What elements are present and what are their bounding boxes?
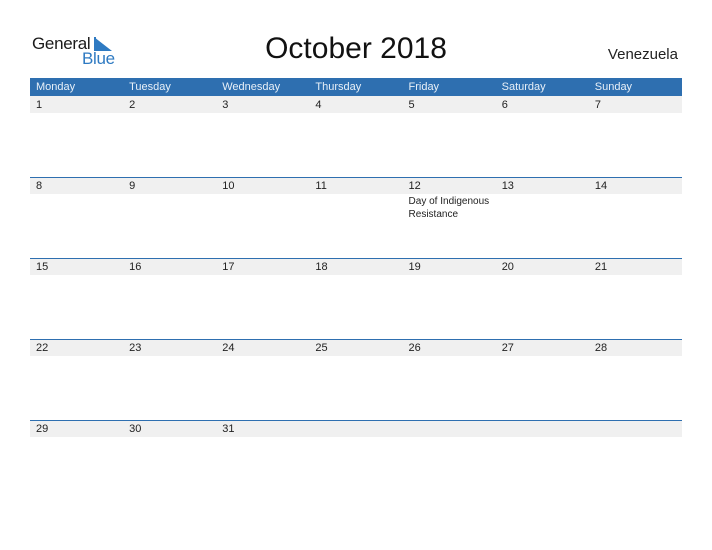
- week-row: 15 16 17 18 19 20 21: [30, 258, 682, 338]
- day-number: 23: [129, 342, 142, 354]
- day-number: 19: [408, 261, 421, 273]
- day-cell: 12 Day of Indigenous Resistance: [403, 178, 496, 256]
- day-number: 22: [36, 342, 49, 354]
- day-number: 1: [36, 99, 43, 111]
- day-cell: 7: [589, 97, 682, 175]
- day-number: 18: [315, 261, 328, 273]
- day-number: 26: [408, 342, 421, 354]
- day-cell: 21: [589, 259, 682, 337]
- day-number: 5: [408, 99, 415, 111]
- calendar-title: October 2018: [265, 32, 447, 65]
- weekday-friday: Friday: [408, 81, 440, 93]
- day-cell: [589, 421, 682, 499]
- day-number: 17: [222, 261, 235, 273]
- day-cell: [403, 421, 496, 499]
- day-cell: 29: [30, 421, 123, 499]
- day-number: 31: [222, 423, 235, 435]
- day-number: 21: [594, 261, 608, 273]
- weekday-header: Monday Tuesday Wednesday Thursday Friday…: [30, 78, 682, 96]
- day-number: 3: [222, 99, 229, 111]
- day-number: 6: [501, 99, 508, 111]
- day-cell: 2: [123, 97, 216, 175]
- day-number: 27: [501, 342, 514, 354]
- day-cell: 18: [309, 259, 402, 337]
- day-number: 30: [129, 423, 142, 435]
- day-number: 11: [315, 180, 327, 192]
- day-number: 7: [594, 99, 601, 111]
- country-label: Venezuela: [607, 46, 678, 63]
- day-cell: 3: [216, 97, 309, 175]
- day-cell: 5: [403, 97, 496, 175]
- day-cell: 31: [216, 421, 309, 499]
- day-cell: 11: [309, 178, 402, 256]
- day-cell: 14: [589, 178, 682, 256]
- day-number: 29: [36, 423, 49, 435]
- weekday-saturday: Saturday: [501, 81, 546, 93]
- day-cell: 27: [496, 340, 589, 418]
- day-cell: [309, 421, 402, 499]
- day-cell: 13: [496, 178, 589, 256]
- day-number: 4: [315, 99, 322, 111]
- week-row: 29 30 31: [30, 420, 682, 500]
- weekday-sunday: Sunday: [594, 81, 633, 93]
- day-cell: 20: [496, 259, 589, 337]
- week-row: 1 2 3 4 5 6 7: [30, 96, 682, 176]
- day-number: 24: [222, 342, 235, 354]
- day-number: 10: [222, 180, 235, 192]
- day-cell: 22: [30, 340, 123, 418]
- day-cell: 28: [589, 340, 682, 418]
- day-number: 25: [315, 342, 328, 354]
- day-cell: 24: [216, 340, 309, 418]
- day-number: 12: [408, 180, 421, 192]
- day-cell: 19: [403, 259, 496, 337]
- weekday-thursday: Thursday: [315, 81, 362, 93]
- day-cell: 25: [309, 340, 402, 418]
- day-number: 8: [36, 180, 43, 192]
- day-number: 20: [501, 261, 514, 273]
- day-number: 16: [129, 261, 142, 273]
- holiday-label: Day of Indigenous Resistance: [408, 196, 490, 220]
- week-row: 22 23 24 25 26 27 28: [30, 339, 682, 419]
- day-cell: 9: [123, 178, 216, 256]
- day-cell: 17: [216, 259, 309, 337]
- day-number: 9: [129, 180, 136, 192]
- day-number: 14: [594, 180, 608, 192]
- day-number: 15: [36, 261, 49, 273]
- day-cell: 6: [496, 97, 589, 175]
- weekday-monday: Monday: [36, 81, 76, 93]
- day-number: 28: [594, 342, 608, 354]
- day-cell: 10: [216, 178, 309, 256]
- day-cell: 16: [123, 259, 216, 337]
- day-number: 13: [501, 180, 514, 192]
- day-cell: 1: [30, 97, 123, 175]
- day-cell: 4: [309, 97, 402, 175]
- weekday-tuesday: Tuesday: [129, 81, 171, 93]
- day-number: 2: [129, 99, 136, 111]
- weekday-wednesday: Wednesday: [222, 81, 281, 93]
- week-row: 8 9 10 11 12 Day of Indigenous Resistance 13 14: [30, 177, 682, 257]
- day-cell: 26: [403, 340, 496, 418]
- day-cell: 15: [30, 259, 123, 337]
- day-cell: 8: [30, 178, 123, 256]
- day-cell: 30: [123, 421, 216, 499]
- day-cell: 23: [123, 340, 216, 418]
- day-cell: [496, 421, 589, 499]
